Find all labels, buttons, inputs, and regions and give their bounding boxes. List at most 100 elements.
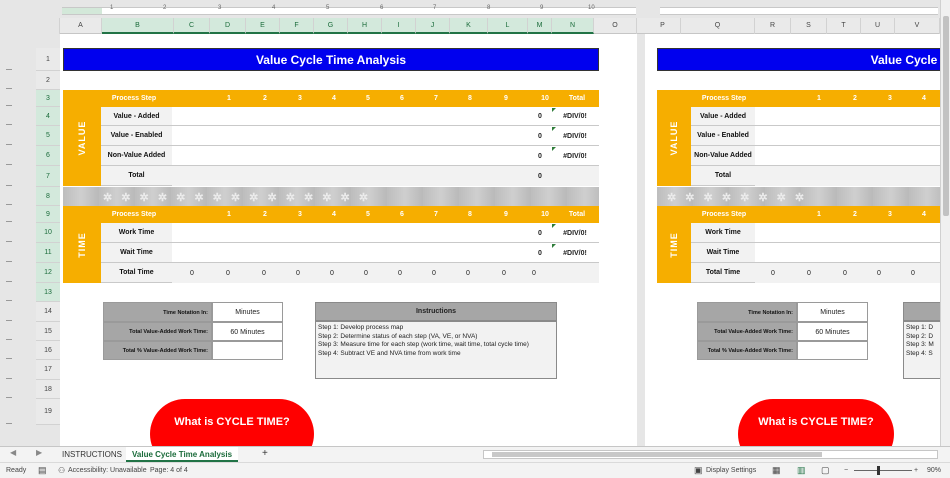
row-header[interactable]: 19 bbox=[36, 399, 60, 425]
column-header[interactable]: K bbox=[450, 18, 488, 34]
vertical-ruler-tick bbox=[6, 69, 12, 70]
column-header[interactable]: Q bbox=[681, 18, 755, 34]
row-header[interactable]: 12 bbox=[36, 263, 60, 283]
total-time-cells[interactable]: 0 0 0 0 0 bbox=[755, 263, 940, 283]
row-header[interactable]: 3 bbox=[36, 90, 60, 107]
row-header[interactable]: 15 bbox=[36, 322, 60, 341]
row-header[interactable]: 11 bbox=[36, 243, 60, 263]
select-all-corner[interactable] bbox=[0, 18, 60, 34]
pct-va-work-time-value[interactable] bbox=[212, 341, 283, 360]
zoom-slider-track[interactable] bbox=[854, 470, 912, 471]
column-header[interactable]: A bbox=[60, 18, 102, 34]
page-layout-view-icon[interactable]: ▥ bbox=[797, 465, 806, 476]
prev-sheet-arrow-icon[interactable]: ◀ bbox=[10, 448, 16, 457]
column-header[interactable]: J bbox=[416, 18, 450, 34]
normal-view-icon[interactable]: ▦ bbox=[772, 465, 781, 476]
row-header[interactable]: 6 bbox=[36, 146, 60, 166]
ruler-number: 2 bbox=[163, 5, 167, 11]
column-header[interactable]: B bbox=[102, 18, 174, 34]
vertical-ruler-tick bbox=[6, 281, 12, 282]
vertical-ruler-tick bbox=[6, 378, 12, 379]
step-header: 8 bbox=[468, 211, 472, 218]
instruction-line: Step 1: D bbox=[906, 324, 934, 331]
wait-time-cells[interactable] bbox=[755, 243, 940, 263]
row-header[interactable]: 17 bbox=[36, 360, 60, 380]
tab-instructions[interactable]: INSTRUCTIONS bbox=[56, 447, 128, 462]
column-header[interactable]: I bbox=[382, 18, 416, 34]
horizontal-scroll-thumb[interactable] bbox=[492, 452, 822, 457]
accessibility-status[interactable]: Accessibility: Unavailable bbox=[68, 467, 147, 474]
step-header: 9 bbox=[504, 211, 508, 218]
work-time-cells[interactable] bbox=[755, 223, 940, 243]
row-header[interactable]: 7 bbox=[36, 166, 60, 187]
column-header[interactable]: T bbox=[827, 18, 861, 34]
value-side-text: VALUE bbox=[77, 120, 87, 156]
row-header[interactable]: 9 bbox=[36, 206, 60, 223]
row-header[interactable]: 2 bbox=[36, 71, 60, 90]
va-work-time-value[interactable]: 60 Minutes bbox=[797, 322, 868, 341]
vertical-scroll-thumb[interactable] bbox=[943, 16, 949, 216]
row-header[interactable]: 16 bbox=[36, 341, 60, 360]
row-label: Wait Time bbox=[101, 243, 172, 263]
instruction-line: Step 4: S bbox=[906, 349, 933, 357]
column-header[interactable]: V bbox=[895, 18, 940, 34]
accessibility-icon[interactable]: ⚇ bbox=[58, 466, 65, 475]
cycle-time-button[interactable]: What is CYCLE TIME? bbox=[738, 399, 894, 446]
row-header[interactable]: 18 bbox=[36, 380, 60, 399]
column-header[interactable]: C bbox=[174, 18, 210, 34]
notation-label: Time Notation In: bbox=[697, 302, 797, 322]
row-header[interactable]: 13 bbox=[36, 283, 60, 302]
tab-value-cycle-time-analysis[interactable]: Value Cycle Time Analysis bbox=[126, 447, 239, 462]
vertical-ruler-tick bbox=[6, 124, 12, 125]
macro-record-icon[interactable]: ▤ bbox=[38, 465, 47, 476]
column-header[interactable]: L bbox=[488, 18, 528, 34]
column-header[interactable]: H bbox=[348, 18, 382, 34]
display-settings-icon[interactable]: ▣ bbox=[694, 465, 703, 476]
column-header[interactable]: E bbox=[246, 18, 280, 34]
va-work-time-value[interactable]: 60 Minutes bbox=[212, 322, 283, 341]
row-header[interactable]: 4 bbox=[36, 107, 60, 126]
column-header[interactable]: M bbox=[528, 18, 552, 34]
row-header[interactable]: 1 bbox=[36, 48, 60, 71]
value-side-text: VALUE bbox=[669, 120, 679, 156]
value-side-label: VALUE bbox=[657, 90, 691, 186]
column-header[interactable]: R bbox=[755, 18, 791, 34]
total-time-value: 0 bbox=[398, 270, 402, 277]
non-value-added-cells[interactable] bbox=[755, 146, 940, 166]
row-header[interactable]: 5 bbox=[36, 126, 60, 146]
row-header[interactable]: 8 bbox=[36, 187, 60, 206]
vertical-ruler-tick bbox=[6, 423, 12, 424]
total-time-value: 0 bbox=[262, 270, 266, 277]
column-header[interactable]: U bbox=[861, 18, 895, 34]
vertical-scrollbar[interactable] bbox=[940, 0, 950, 446]
column-header[interactable]: P bbox=[645, 18, 681, 34]
total-time-cells[interactable]: 0 0 0 0 0 0 0 0 0 0 0 bbox=[172, 263, 599, 283]
page-break-view-icon[interactable]: ▢ bbox=[821, 465, 830, 476]
add-sheet-button[interactable]: + bbox=[256, 446, 274, 461]
display-settings-button[interactable]: Display Settings bbox=[706, 467, 756, 474]
row-header[interactable]: 10 bbox=[36, 223, 60, 243]
column-header[interactable]: D bbox=[210, 18, 246, 34]
column-header[interactable]: N bbox=[552, 18, 594, 34]
page-title[interactable]: Value Cycle Time Analysis bbox=[63, 48, 599, 71]
column-header[interactable]: F bbox=[280, 18, 314, 34]
zoom-in-button[interactable]: + bbox=[914, 467, 918, 474]
value-enabled-cells[interactable] bbox=[755, 126, 940, 146]
horizontal-scrollbar[interactable] bbox=[483, 450, 938, 459]
time-notation-value[interactable]: Minutes bbox=[797, 302, 868, 322]
row-header[interactable]: 14 bbox=[36, 302, 60, 322]
zoom-level[interactable]: 90% bbox=[927, 467, 941, 474]
zoom-slider-thumb[interactable] bbox=[877, 466, 880, 475]
column-header[interactable]: O bbox=[594, 18, 637, 34]
time-notation-value[interactable]: Minutes bbox=[212, 302, 283, 322]
column-header[interactable]: S bbox=[791, 18, 827, 34]
value-total-cells[interactable] bbox=[755, 166, 940, 186]
step-header: 2 bbox=[263, 211, 267, 218]
pct-va-work-time-value[interactable] bbox=[797, 341, 868, 360]
zoom-out-button[interactable]: − bbox=[844, 467, 848, 474]
column-header[interactable]: G bbox=[314, 18, 348, 34]
value-added-cells[interactable] bbox=[755, 107, 940, 126]
page-title-partial[interactable]: Value Cycle T bbox=[657, 48, 940, 71]
row-pct: #DIV/0! bbox=[563, 113, 587, 120]
next-sheet-arrow-icon[interactable]: ▶ bbox=[36, 448, 42, 457]
